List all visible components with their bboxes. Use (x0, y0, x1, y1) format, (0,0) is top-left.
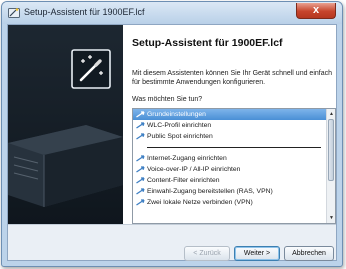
list-item-label: Einwahl-Zugang bereitstellen (RAS, VPN) (147, 188, 273, 195)
wizard-side-graphic (8, 25, 123, 224)
list-item-label: Grundeinstellungen (147, 111, 206, 118)
list-item[interactable]: Public Spot einrichten (133, 131, 335, 142)
arrow-icon (136, 177, 145, 184)
window-title: Setup-Assistent für 1900EF.lcf (24, 7, 145, 17)
scroll-up-icon[interactable]: ▲ (328, 110, 335, 118)
arrow-icon (136, 133, 145, 140)
list-item-label: Zwei lokale Netze verbinden (VPN) (147, 199, 253, 206)
arrow-icon (136, 155, 145, 162)
next-button[interactable]: Weiter > (234, 246, 280, 261)
scroll-down-icon[interactable]: ▼ (328, 214, 335, 222)
list-scrollbar[interactable]: ▲ ▼ (326, 109, 335, 223)
list-item[interactable]: Content-Filter einrichten (133, 175, 335, 186)
list-item-label: Public Spot einrichten (147, 133, 213, 140)
page-heading: Setup-Assistent für 1900EF.lcf (132, 37, 283, 49)
close-icon: x (312, 4, 320, 16)
back-button[interactable]: < Zurück (184, 246, 230, 261)
list-item-label: Internet-Zugang einrichten (147, 155, 227, 162)
scroll-thumb[interactable] (328, 119, 334, 181)
list-item-label: WLC-Profil einrichten (147, 122, 212, 129)
list-item[interactable]: WLC-Profil einrichten (133, 120, 335, 131)
list-item[interactable]: Voice-over-IP / All-IP einrichten (133, 164, 335, 175)
list-item[interactable]: Grundeinstellungen (133, 109, 335, 120)
arrow-icon (136, 199, 145, 206)
list-item-label: Content-Filter einrichten (147, 177, 220, 184)
arrow-icon (136, 166, 145, 173)
setup-wizard-window: Setup-Assistent für 1900EF.lcf x Setup-A… (1, 1, 343, 267)
page-description: Mit diesem Assistenten können Sie Ihr Ge… (132, 70, 332, 86)
question-label: Was möchten Sie tun? (132, 96, 203, 103)
wizard-app-icon (8, 8, 20, 18)
arrow-icon (136, 111, 145, 118)
wizard-client-area: Setup-Assistent für 1900EF.lcf Mit diese… (7, 24, 337, 261)
option-listbox[interactable]: Grundeinstellungen WLC-Profil einrichten… (132, 108, 336, 224)
cancel-button[interactable]: Abbrechen (284, 246, 334, 261)
arrow-icon (136, 188, 145, 195)
title-bar[interactable]: Setup-Assistent für 1900EF.lcf x (2, 2, 342, 24)
list-item-label: Voice-over-IP / All-IP einrichten (147, 166, 241, 173)
wizard-device-icon (71, 49, 111, 89)
list-item[interactable]: Zwei lokale Netze verbinden (VPN) (133, 197, 335, 208)
close-button[interactable]: x (296, 3, 336, 19)
arrow-icon (136, 122, 145, 129)
list-item[interactable]: Einwahl-Zugang bereitstellen (RAS, VPN) (133, 186, 335, 197)
list-item[interactable]: Internet-Zugang einrichten (133, 153, 335, 164)
list-separator (147, 147, 321, 148)
button-bar: < Zurück Weiter > Abbrechen (8, 224, 336, 261)
